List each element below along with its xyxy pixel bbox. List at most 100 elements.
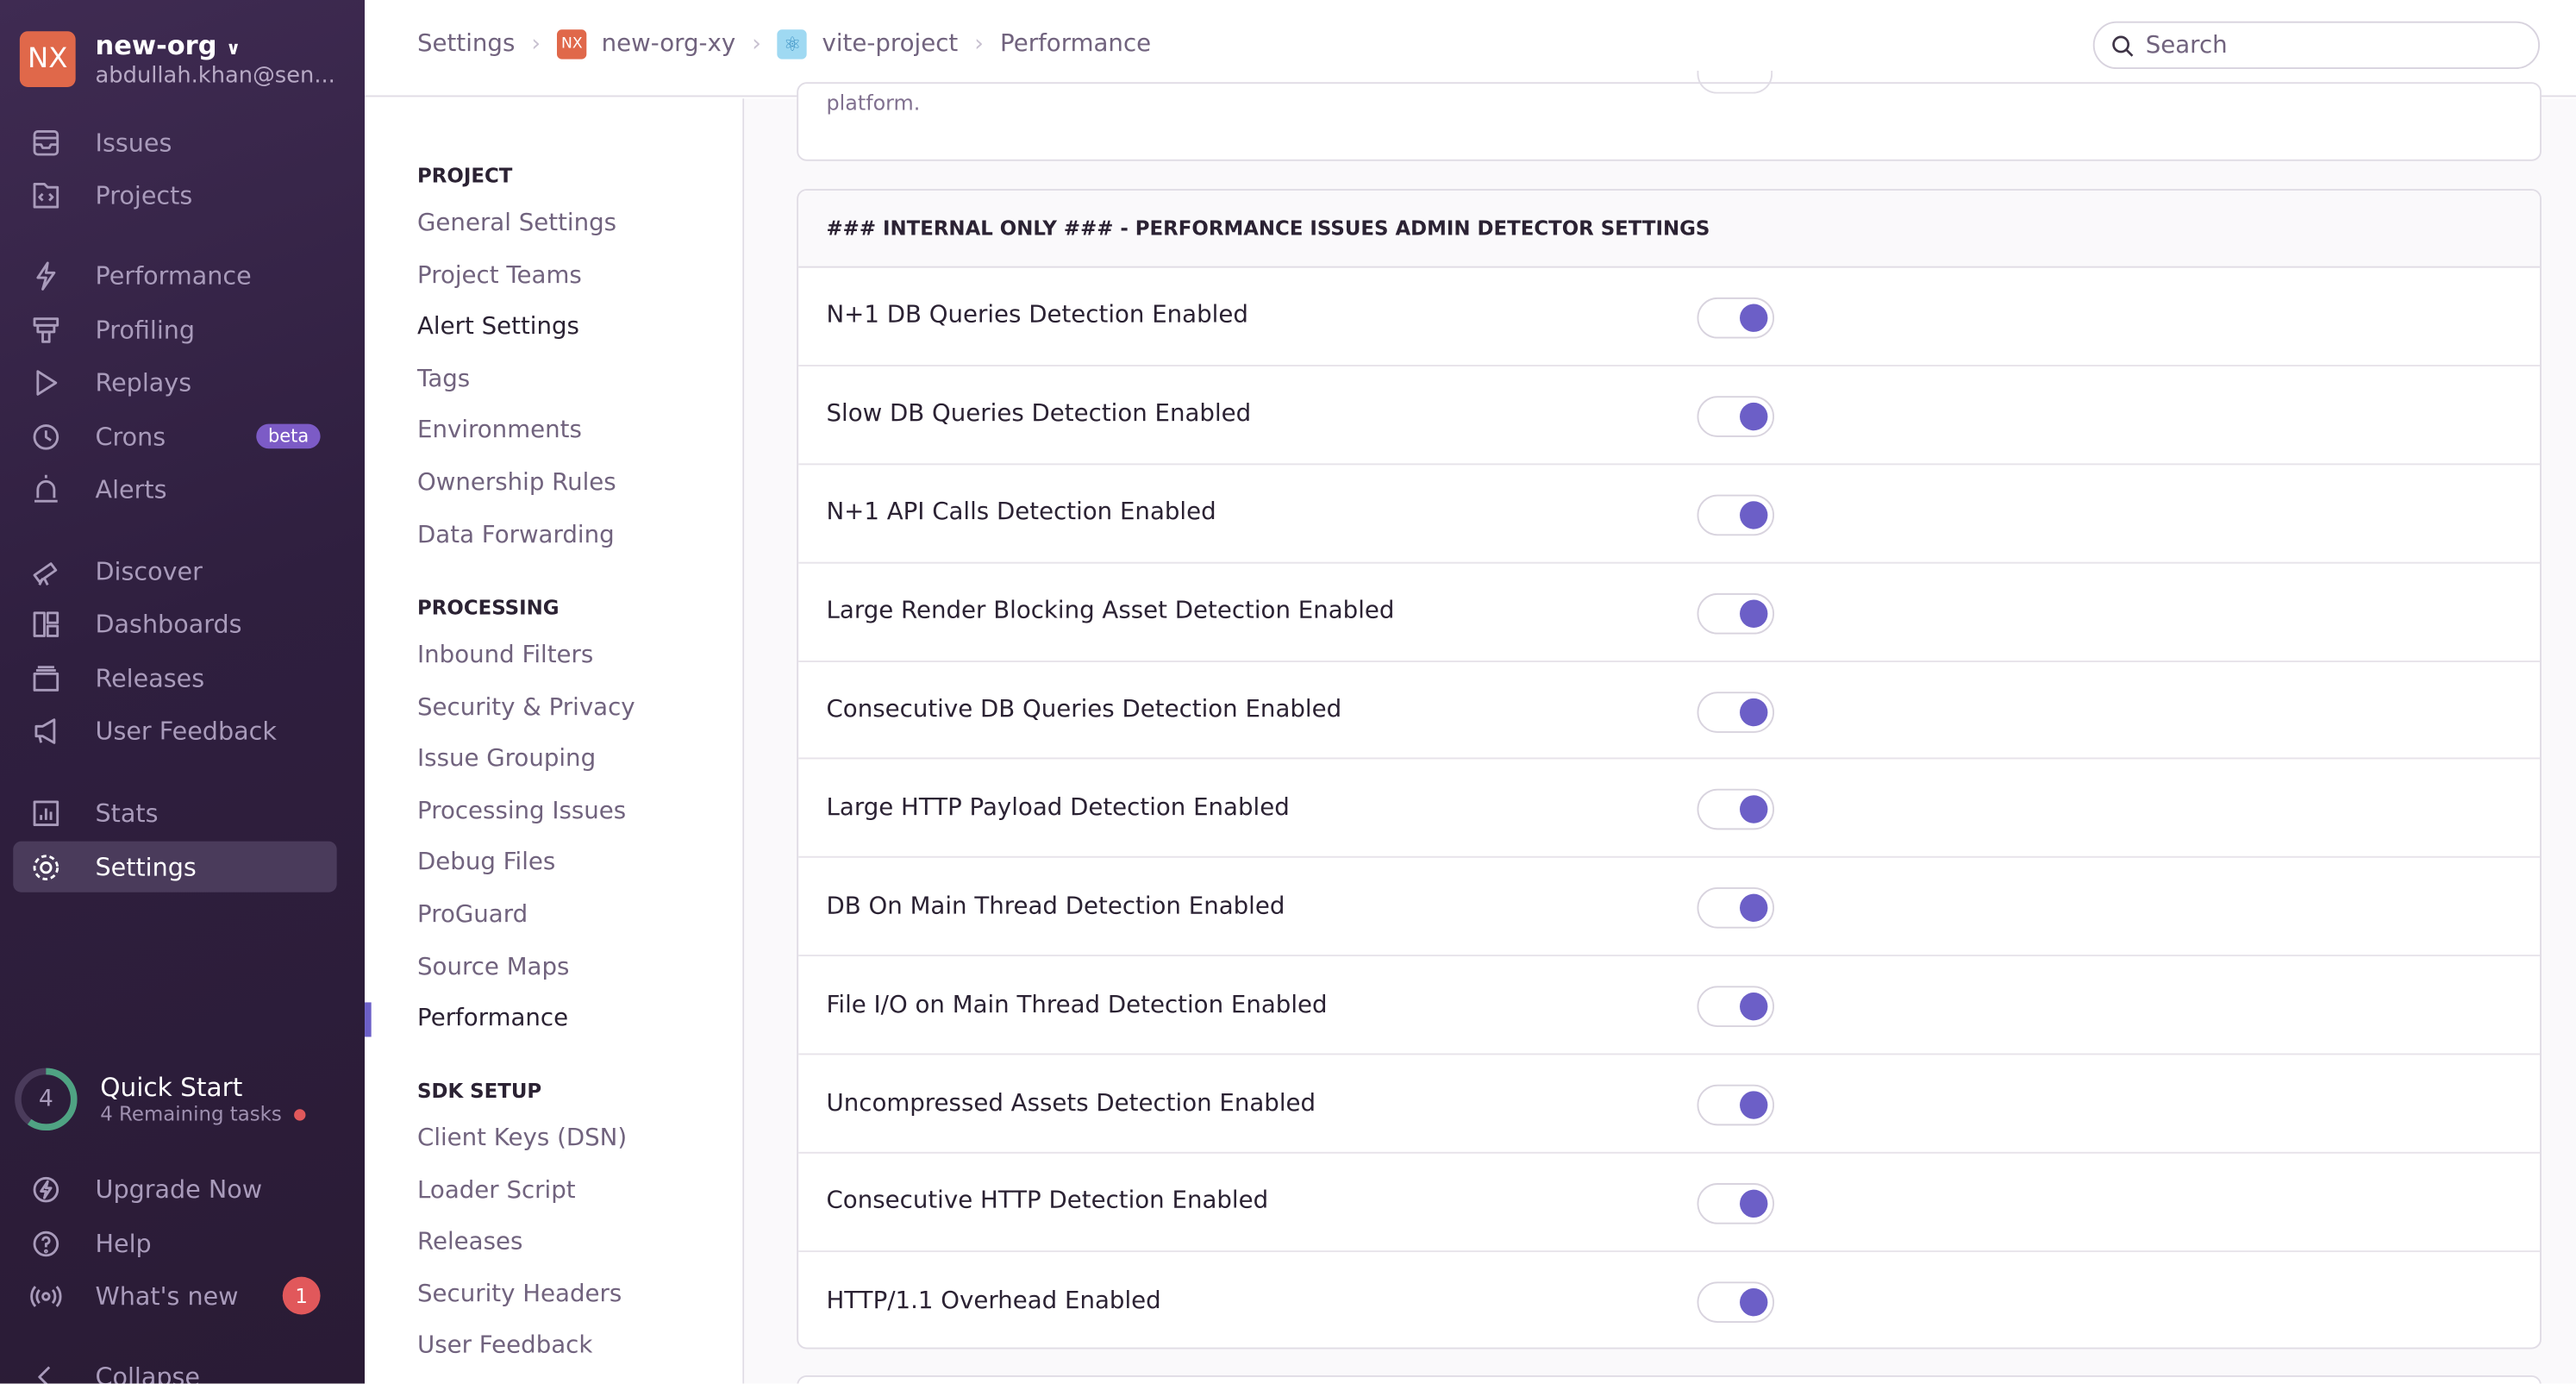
sidebar-item-user-feedback[interactable]: User Feedback [13, 705, 336, 756]
toggle-switch[interactable] [1697, 986, 1775, 1028]
toggle-switch[interactable] [1697, 1084, 1775, 1126]
breadcrumb-settings[interactable]: Settings [417, 31, 515, 57]
sidebar-item-issues[interactable]: Issues [13, 116, 336, 167]
setting-label: DB On Main Thread Detection Enabled [826, 893, 1285, 920]
subnav-item-environments[interactable]: Environments [417, 418, 582, 444]
setting-row: N+1 DB Queries Detection Enabled [798, 268, 2541, 366]
notification-dot [293, 1108, 305, 1120]
toggle-switch[interactable] [1697, 691, 1775, 733]
toggle-switch[interactable] [1697, 789, 1775, 831]
sidebar: NX new-org ∨ abdullah.khan@sen... Issues… [0, 0, 366, 1384]
subnav-item-loader-script[interactable]: Loader Script [417, 1178, 576, 1204]
sidebar-item-replays[interactable]: Replays [13, 357, 336, 408]
sidebar-item-profiling[interactable]: Profiling [13, 304, 336, 355]
setting-row: HTTP/1.1 Overhead Enabled [798, 1252, 2540, 1348]
search-icon [2112, 34, 2134, 56]
sidebar-item-label: Profiling [95, 314, 196, 345]
subnav-item-releases[interactable]: Releases [417, 1230, 522, 1256]
subnav-item-project-teams[interactable]: Project Teams [417, 262, 582, 288]
subnav-item-issue-grouping[interactable]: Issue Grouping [417, 746, 596, 772]
sidebar-item-alerts[interactable]: Alerts [13, 463, 336, 514]
subnav-item-debug-files[interactable]: Debug Files [417, 850, 555, 876]
toggle-switch[interactable] [1697, 70, 1773, 94]
sidebar-item-dashboards[interactable]: Dashboards [13, 598, 336, 649]
clock-icon [29, 420, 62, 453]
broadcast-icon [29, 1280, 62, 1312]
releases-icon [29, 661, 62, 694]
org-switcher[interactable]: NX new-org ∨ abdullah.khan@sen... [19, 29, 335, 89]
profiling-icon [29, 313, 62, 346]
toggle-knob [1740, 796, 1768, 824]
toggle-switch[interactable] [1697, 396, 1775, 437]
subnav-item-performance[interactable]: Performance [417, 1006, 568, 1032]
subnav-item-general-settings[interactable]: General Settings [417, 210, 616, 236]
setting-label: Large HTTP Payload Detection Enabled [826, 795, 1290, 822]
setting-label: N+1 API Calls Detection Enabled [826, 499, 1216, 527]
subnav-item-ownership-rules[interactable]: Ownership Rules [417, 470, 616, 496]
sidebar-item-collapse[interactable]: Collapse [13, 1350, 336, 1384]
quick-start-progress-ring: 4 [13, 1067, 78, 1132]
subnav-item-user-feedback[interactable]: User Feedback [417, 1333, 592, 1359]
toggle-knob [1740, 500, 1768, 529]
breadcrumb-project[interactable]: vite-project [822, 31, 958, 57]
breadcrumb: Settings › NX new-org-xy › ⚛ vite-projec… [417, 29, 1151, 59]
toggle-switch[interactable] [1697, 887, 1775, 930]
toggle-switch[interactable] [1697, 297, 1775, 339]
stats-icon [29, 796, 62, 829]
help-icon [29, 1227, 62, 1260]
toggle-knob [1740, 304, 1768, 332]
sidebar-item-performance[interactable]: Performance [13, 250, 336, 301]
subnav-section-title: PROJECT [417, 164, 513, 188]
setting-row: Uncompressed Assets Detection Enabled [798, 1055, 2541, 1154]
sidebar-item-label: Alerts [95, 473, 167, 504]
setting-label: Slow DB Queries Detection Enabled [826, 401, 1252, 429]
sidebar-item-label: Releases [95, 662, 205, 693]
subnav-item-alert-settings[interactable]: Alert Settings [417, 314, 579, 340]
sidebar-item-label: User Feedback [95, 715, 277, 746]
sidebar-item-label: Discover [95, 556, 203, 586]
sidebar-item-projects[interactable]: Projects [13, 169, 336, 220]
sidebar-item-releases[interactable]: Releases [13, 653, 336, 704]
sidebar-item-label: Stats [95, 798, 159, 828]
toggle-switch[interactable] [1697, 1183, 1775, 1224]
subnav-item-proguard[interactable]: ProGuard [417, 902, 528, 928]
chevron-right-icon: › [752, 31, 761, 58]
panel-title: ### INTERNAL ONLY ### - PERFORMANCE ISSU… [798, 191, 2541, 268]
subnav-item-inbound-filters[interactable]: Inbound Filters [417, 642, 593, 668]
chevron-right-icon: › [974, 31, 984, 58]
subnav-item-source-maps[interactable]: Source Maps [417, 954, 569, 980]
sidebar-item-label: Settings [95, 852, 197, 882]
search-input[interactable]: Search [2092, 21, 2541, 70]
subnav-item-data-forwarding[interactable]: Data Forwarding [417, 522, 615, 548]
setting-row: Consecutive HTTP Detection Enabled [798, 1154, 2541, 1252]
sidebar-item-upgrade-now[interactable]: Upgrade Now [13, 1163, 336, 1214]
search-placeholder: Search [2145, 32, 2228, 59]
subnav-item-tags[interactable]: Tags [417, 366, 470, 392]
subnav-item-processing-issues[interactable]: Processing Issues [417, 798, 626, 824]
sidebar-item-help[interactable]: Help [13, 1218, 336, 1268]
sidebar-item-label: Help [95, 1228, 152, 1258]
sidebar-item-crons[interactable]: Crons beta [13, 410, 336, 461]
toggle-switch[interactable] [1697, 1281, 1775, 1323]
toggle-switch[interactable] [1697, 494, 1775, 535]
breadcrumb-org[interactable]: new-org-xy [602, 31, 736, 57]
sidebar-item-settings[interactable]: Settings [13, 841, 337, 892]
sidebar-item-stats[interactable]: Stats [13, 787, 336, 838]
siren-icon [29, 473, 62, 505]
sidebar-item-what-s-new[interactable]: What's new 1 [13, 1270, 336, 1321]
quick-start[interactable]: 4 Quick Start 4 Remaining tasks [13, 1067, 305, 1132]
sidebar-item-label: Dashboards [95, 609, 242, 639]
upgrade-icon [29, 1173, 62, 1206]
subnav-section-title: SDK SETUP [417, 1079, 542, 1103]
sidebar-item-discover[interactable]: Discover [13, 546, 336, 597]
sidebar-item-label: Projects [95, 179, 193, 210]
subnav-item-client-keys-dsn-[interactable]: Client Keys (DSN) [417, 1125, 627, 1151]
setting-row: Slow DB Queries Detection Enabled [798, 366, 2541, 465]
toggle-switch[interactable] [1697, 592, 1775, 634]
subnav-item-security-privacy[interactable]: Security & Privacy [417, 694, 635, 720]
breadcrumb-current: Performance [1000, 31, 1152, 58]
settings-subnav: PROJECT General Settings Project Teams Aler… [365, 98, 745, 1384]
toggle-knob [1740, 894, 1768, 923]
subnav-item-security-headers[interactable]: Security Headers [417, 1281, 622, 1307]
dashboard-icon [29, 607, 62, 640]
